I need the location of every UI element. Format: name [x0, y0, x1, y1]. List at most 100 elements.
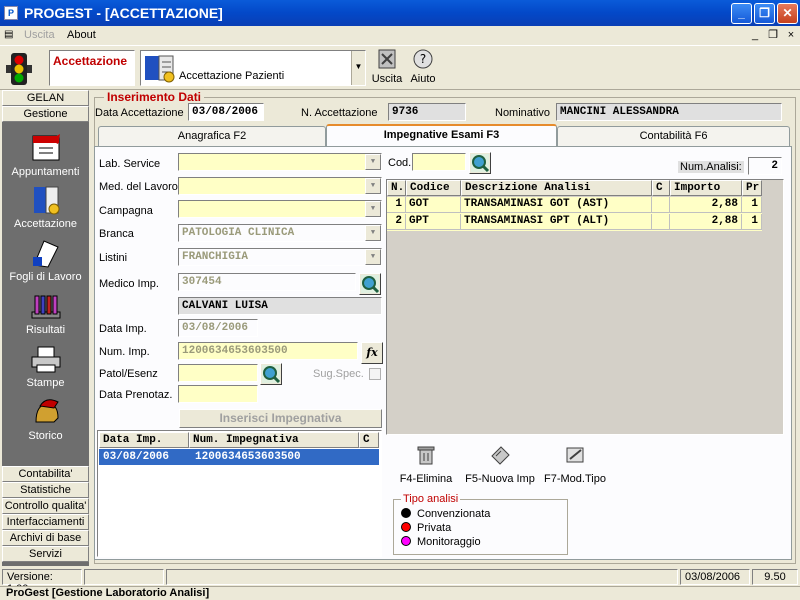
patol-field[interactable] — [178, 364, 258, 382]
num-imp-field[interactable]: 1200634653603500 — [178, 342, 358, 360]
legend-item-convenzionata[interactable]: Convenzionata — [401, 507, 490, 521]
sidebar-item-label: Appuntamenti — [11, 166, 80, 178]
maximize-button[interactable]: ❐ — [754, 3, 775, 24]
sidebar-item-fogli-lavoro[interactable]: Fogli di Lavoro — [2, 237, 89, 283]
chevron-down-icon[interactable]: ▼ — [365, 249, 381, 265]
data-prenot-field[interactable] — [178, 385, 258, 403]
sidebar-item-label: Accettazione — [14, 218, 77, 230]
column-header[interactable]: Num. Impegnativa — [189, 432, 359, 448]
elimina-button[interactable]: F4-Elimina — [396, 444, 456, 485]
table-row[interactable]: 2 GPT TRANSAMINASI GPT (ALT) 2,88 1 — [387, 214, 762, 231]
cod-label: Cod. — [388, 157, 412, 169]
chevron-down-icon[interactable]: ▼ — [351, 51, 365, 85]
printer-icon — [31, 346, 60, 373]
nominativo-field[interactable]: MANCINI ALESSANDRA — [556, 103, 782, 121]
minimize-button[interactable]: _ — [731, 3, 752, 24]
menu-about[interactable]: About — [67, 29, 96, 41]
sidebar-item-label: Storico — [28, 430, 63, 442]
help-label: Aiuto — [410, 73, 436, 85]
tab-anagrafica[interactable]: Anagrafica F2 — [98, 126, 326, 146]
data-accettazione-field[interactable]: 03/08/2006 — [188, 103, 264, 121]
lab-service-label: Lab. Service — [99, 158, 161, 170]
sidebar-item-stampe[interactable]: Stampe — [2, 343, 89, 389]
table-row[interactable]: 03/08/2006 1200634653603500 — [99, 449, 379, 465]
new-document-icon — [491, 446, 510, 465]
sidebar-header-servizi[interactable]: Servizi — [2, 546, 89, 562]
sidebar-header-contabilita[interactable]: Contabilita' — [2, 466, 89, 482]
campagna-select[interactable]: ▼ — [178, 200, 382, 218]
med-lavoro-select[interactable]: ▼ — [178, 177, 382, 195]
column-header[interactable]: C — [652, 180, 670, 196]
legend-item-privata[interactable]: Privata — [401, 521, 490, 535]
sidebar-item-risultati[interactable]: Risultati — [2, 290, 89, 336]
sidebar-header-gelan[interactable]: GELAN — [2, 90, 89, 106]
sidebar-header-statistiche[interactable]: Statistiche — [2, 482, 89, 498]
inserisci-impegnativa-button[interactable]: Inserisci Impegnativa — [179, 409, 382, 428]
column-header[interactable]: Importo — [670, 180, 742, 196]
function-button[interactable]: fx — [361, 342, 383, 364]
sidebar-item-storico[interactable]: Storico — [2, 396, 89, 442]
sidebar-item-appuntamenti[interactable]: Appuntamenti — [2, 132, 89, 178]
tab-contabilita[interactable]: Contabilità F6 — [557, 126, 790, 146]
search-medico-button[interactable] — [359, 273, 381, 295]
menu-uscita[interactable]: Uscita — [24, 29, 55, 41]
medico-code-field[interactable]: 307454 — [178, 273, 356, 291]
sidebar-item-accettazione[interactable]: Accettazione — [2, 184, 89, 230]
search-icon — [262, 365, 281, 384]
sidebar-header-archivi[interactable]: Archivi di base — [2, 530, 89, 546]
column-header[interactable]: Descrizione Analisi — [461, 180, 652, 196]
cod-field[interactable] — [412, 153, 466, 171]
function-icon: fx — [366, 346, 378, 359]
help-icon: ? — [413, 49, 433, 69]
table-cell: 2,88 — [670, 197, 742, 213]
sidebar-header-controllo-qualita[interactable]: Controllo qualita' — [2, 498, 89, 514]
n-accettazione-field[interactable]: 9736 — [388, 103, 466, 121]
test-tubes-icon — [31, 295, 60, 319]
sidebar-header-gestione[interactable]: Gestione — [2, 106, 89, 122]
traffic-light-icon — [6, 53, 32, 85]
data-imp-field[interactable]: 03/08/2006 — [178, 319, 258, 337]
legend-label: Monitoraggio — [417, 536, 481, 548]
column-header[interactable]: Codice — [406, 180, 461, 196]
status-bar: Versione: 1.00 03/08/2006 9.50 — [0, 568, 800, 595]
taskbar-label[interactable]: ProGest [Gestione Laboratorio Analisi] — [6, 587, 209, 599]
column-header[interactable]: C — [359, 432, 379, 448]
mdi-minimize-button[interactable]: _ — [748, 29, 762, 43]
sidebar-header-interfacciamenti[interactable]: Interfacciamenti — [2, 514, 89, 530]
lab-service-select[interactable]: ▼ — [178, 153, 382, 171]
table-cell — [652, 197, 670, 213]
exit-button[interactable]: Uscita — [370, 48, 404, 88]
legend-item-monitoraggio[interactable]: Monitoraggio — [401, 535, 490, 549]
chevron-down-icon[interactable]: ▼ — [365, 201, 381, 217]
num-analisi-value: 2 — [748, 157, 782, 175]
close-button[interactable]: ✕ — [777, 3, 798, 24]
exit-label: Uscita — [371, 73, 403, 85]
column-header[interactable]: Data Imp. — [99, 432, 189, 448]
search-cod-button[interactable] — [469, 152, 491, 174]
tab-impegnative[interactable]: Impegnative Esami F3 — [326, 124, 557, 146]
mod-tipo-button[interactable]: F7-Mod.Tipo — [542, 444, 608, 485]
mdi-close-button[interactable]: × — [784, 29, 798, 43]
chevron-down-icon[interactable]: ▼ — [365, 178, 381, 194]
chevron-down-icon[interactable]: ▼ — [365, 154, 381, 170]
search-patol-button[interactable] — [260, 363, 282, 385]
branca-select[interactable]: PATOLOGIA CLINICA ▼ — [178, 224, 382, 242]
column-header[interactable]: Pr — [742, 180, 762, 196]
sidebar-item-label: Stampe — [26, 377, 65, 389]
listini-select[interactable]: FRANCHIGIA ▼ — [178, 248, 382, 266]
module-selector[interactable]: Accettazione Pazienti ▼ — [140, 50, 366, 86]
num-imp-label: Num. Imp. — [99, 346, 150, 358]
column-header[interactable]: N. — [387, 180, 406, 196]
help-button[interactable]: ? Aiuto — [406, 48, 440, 88]
window-title: PROGEST - [ACCETTAZIONE] — [24, 5, 223, 21]
legend-label: Convenzionata — [417, 508, 491, 520]
table-row[interactable]: 1 GOT TRANSAMINASI GOT (AST) 2,88 1 — [387, 197, 762, 214]
nuova-imp-button[interactable]: F5-Nuova Imp — [462, 444, 538, 485]
sug-spec-checkbox[interactable] — [369, 368, 381, 380]
book-icon — [33, 186, 59, 215]
date-panel: 03/08/2006 — [680, 569, 750, 585]
mod-tipo-label: F7-Mod.Tipo — [544, 473, 606, 485]
mdi-restore-button[interactable]: ❐ — [766, 29, 780, 43]
chevron-down-icon[interactable]: ▼ — [365, 225, 381, 241]
trash-icon — [417, 446, 435, 465]
